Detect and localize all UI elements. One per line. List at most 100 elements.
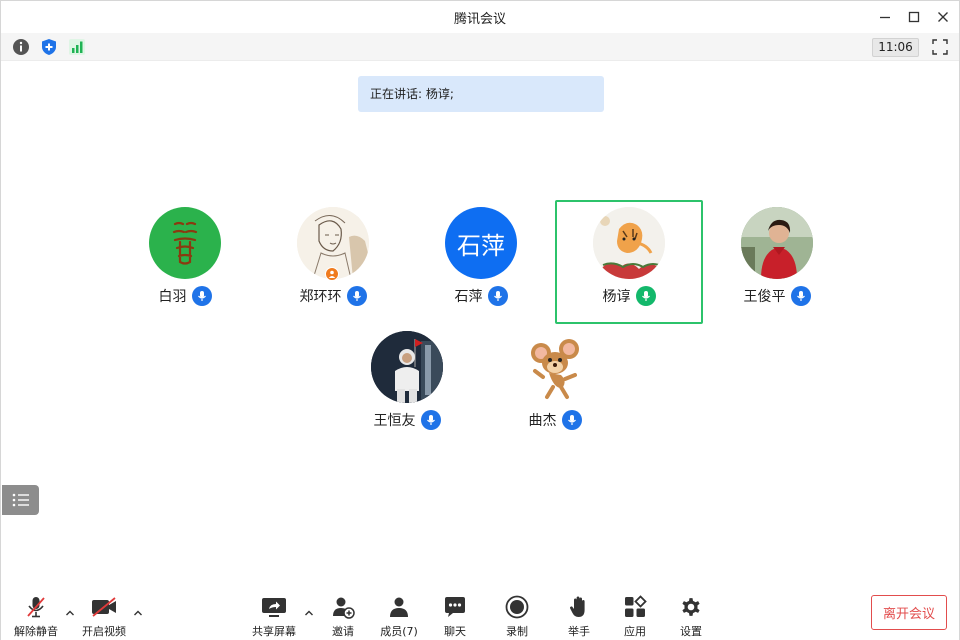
invite-button[interactable]: 邀请 [315, 595, 371, 639]
window-title: 腾讯会议 [453, 12, 506, 27]
participant-name: 王恒友 [373, 413, 416, 429]
participant-name: 白羽 [158, 289, 187, 305]
record-button[interactable]: 录制 [489, 595, 545, 639]
mic-muted-icon [21, 595, 51, 619]
meeting-info-button[interactable] [12, 38, 30, 56]
avatar-initials: 石萍 [457, 231, 505, 260]
participant-tile-active-speaker[interactable]: 杨谆 [555, 200, 703, 324]
raise-hand-label: 举手 [568, 625, 590, 638]
shield-icon [42, 39, 56, 55]
tiger-illustration-image [593, 207, 665, 279]
chevron-up-icon [66, 610, 74, 616]
meeting-clock: 11:06 [872, 38, 919, 57]
participant-name: 石萍 [454, 289, 483, 305]
minimize-button[interactable] [875, 7, 895, 27]
share-screen-button[interactable]: 共享屏幕 [246, 595, 302, 639]
signal-icon [69, 39, 85, 55]
participant-name: 曲杰 [528, 413, 557, 429]
chat-label: 聊天 [444, 625, 466, 638]
mic-speaking-icon [635, 286, 656, 306]
mic-on-icon [790, 286, 811, 306]
active-speaker-banner: 正在讲话: 杨谆; [358, 76, 604, 112]
hand-icon [564, 595, 594, 619]
avatar [741, 207, 813, 279]
participant-name: 杨谆 [602, 289, 631, 305]
settings-button[interactable]: 设置 [663, 595, 719, 639]
avatar [149, 207, 221, 279]
meeting-toolbar: 解除静音 开启视频 共享屏幕 邀请 成员(7) 聊天 录制 举手 应用 设置 离… [1, 591, 959, 640]
participant-namebar: 曲杰 [481, 409, 629, 431]
apps-button[interactable]: 应用 [607, 595, 663, 639]
info-icon [13, 39, 29, 55]
participant-name: 王俊平 [743, 289, 786, 305]
fullscreen-icon [932, 39, 948, 55]
add-person-icon [328, 595, 358, 619]
unmute-label: 解除静音 [14, 625, 58, 638]
participant-tile[interactable]: 郑环环 [259, 201, 407, 325]
participant-name: 郑环环 [299, 289, 342, 305]
avatar [593, 207, 665, 279]
security-button[interactable] [40, 38, 58, 56]
mic-on-icon [191, 286, 212, 306]
gear-icon [676, 595, 706, 619]
participant-namebar: 杨谆 [557, 285, 701, 307]
astronaut-photo-image [371, 331, 443, 403]
fullscreen-button[interactable] [932, 39, 948, 55]
record-icon [502, 595, 532, 619]
network-status-button[interactable] [68, 38, 86, 56]
chevron-up-icon [305, 610, 313, 616]
people-icon [384, 595, 414, 619]
participant-namebar: 郑环环 [259, 285, 407, 307]
participant-namebar: 石萍 [407, 285, 555, 307]
mouse-cartoon-image [519, 331, 591, 403]
participant-tile[interactable]: 王俊平 [703, 201, 851, 325]
leave-meeting-button[interactable]: 离开会议 [871, 595, 947, 630]
mic-on-icon [561, 410, 582, 430]
avatar [371, 331, 443, 403]
members-button[interactable]: 成员(7) [371, 595, 427, 639]
video-off-icon [89, 595, 119, 619]
chevron-up-icon [134, 610, 142, 616]
mic-on-icon [346, 286, 367, 306]
close-button[interactable] [933, 7, 953, 27]
share-options-button[interactable] [304, 603, 314, 616]
raise-hand-button[interactable]: 举手 [551, 595, 607, 639]
close-icon [938, 12, 948, 22]
minimize-icon [880, 16, 890, 19]
mic-on-icon [487, 286, 508, 306]
mic-on-icon [420, 410, 441, 430]
participant-list-toggle-button[interactable] [2, 485, 39, 515]
host-icon [328, 270, 336, 278]
start-video-label: 开启视频 [82, 625, 126, 638]
apps-label: 应用 [624, 625, 646, 638]
participant-namebar: 王恒友 [333, 409, 481, 431]
title-bar: 腾讯会议 [1, 1, 959, 33]
participant-tile[interactable]: 王恒友 [333, 325, 481, 449]
meeting-window: 腾讯会议 11:06 正在讲话: 杨谆; 白羽 郑环环 石萍 石萍 杨谆 王俊平… [0, 0, 960, 640]
maximize-icon [908, 11, 920, 23]
settings-label: 设置 [680, 625, 702, 638]
audio-options-button[interactable] [65, 603, 75, 616]
participant-namebar: 白羽 [111, 285, 259, 307]
participant-tile[interactable]: 石萍 石萍 [407, 201, 555, 325]
chat-button[interactable]: 聊天 [427, 595, 483, 639]
start-video-button[interactable]: 开启视频 [76, 595, 132, 639]
apps-grid-icon [620, 595, 650, 619]
invite-label: 邀请 [332, 625, 354, 638]
members-label: 成员(7) [380, 625, 418, 638]
participant-namebar: 王俊平 [703, 285, 851, 307]
unmute-button[interactable]: 解除静音 [8, 595, 64, 639]
host-badge [325, 267, 339, 281]
participant-tile[interactable]: 白羽 [111, 201, 259, 325]
record-label: 录制 [506, 625, 528, 638]
avatar [519, 331, 591, 403]
maximize-button[interactable] [904, 7, 924, 27]
video-options-button[interactable] [133, 603, 143, 616]
list-icon [12, 493, 29, 507]
share-screen-icon [259, 595, 289, 619]
avatar: 石萍 [445, 207, 517, 279]
glyph-avatar-icon [172, 221, 198, 265]
chat-bubble-icon [440, 595, 470, 619]
participant-tile[interactable]: 曲杰 [481, 325, 629, 449]
portrait-photo-image [741, 207, 813, 279]
